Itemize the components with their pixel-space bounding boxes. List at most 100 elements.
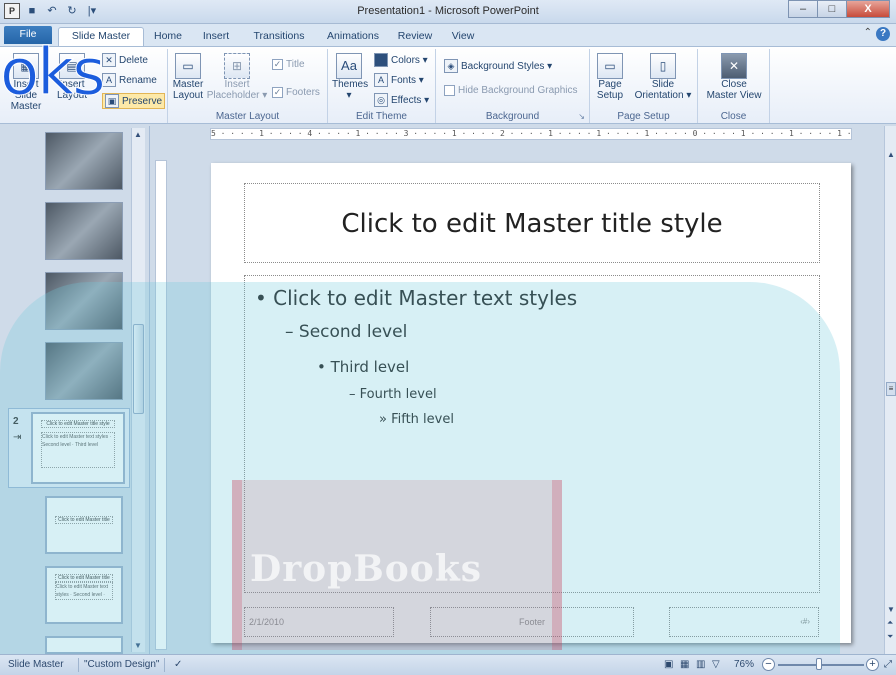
text-level-1: • Click to edit Master text styles [255, 286, 578, 310]
previous-slide-icon[interactable]: ⏶ [887, 618, 893, 628]
tab-transitions[interactable]: Transitions [244, 28, 314, 46]
reading-view-icon[interactable]: ▥ [696, 659, 705, 670]
scroll-up-arrow-icon[interactable]: ▲ [134, 130, 142, 139]
status-theme-name: "Custom Design" [84, 659, 160, 670]
text-level-4: – Fourth level [349, 387, 437, 402]
tab-review[interactable]: Review [392, 28, 438, 46]
spell-check-icon[interactable]: ✓ [174, 659, 182, 670]
colors-icon [374, 53, 388, 67]
text-level-3: • Third level [317, 358, 410, 376]
rename-button[interactable]: A Rename [102, 73, 157, 87]
mini-title-text: Click to edit Master title style [41, 420, 115, 428]
delete-button[interactable]: ✕ Delete [102, 53, 148, 67]
vertical-ruler [155, 160, 167, 650]
fit-slide-icon[interactable]: ⤢ [884, 659, 892, 670]
mini-title-text: Click to edit Master title style [55, 574, 113, 582]
minimize-button[interactable]: – [788, 0, 818, 18]
scrollbar-thumb[interactable] [133, 324, 144, 414]
status-separator [78, 658, 79, 672]
status-separator [164, 658, 165, 672]
zoom-out-button[interactable]: − [762, 658, 775, 671]
tab-insert[interactable]: Insert [194, 28, 238, 46]
thumbnail-selected-master[interactable]: Click to edit Master title style Click t… [31, 412, 125, 484]
slide-show-view-icon[interactable]: ▽ [712, 659, 720, 670]
rename-icon: A [102, 73, 116, 87]
fonts-icon: A [374, 73, 388, 87]
hide-background-graphics-checkbox[interactable]: Hide Background Graphics [444, 85, 578, 96]
background-styles-button[interactable]: ◈ Background Styles ▾ [444, 59, 552, 73]
zoom-slider-knob[interactable] [816, 658, 822, 670]
background-styles-icon: ◈ [444, 59, 458, 73]
slide-master-canvas[interactable]: Click to edit Master title style • Click… [211, 163, 851, 643]
normal-view-icon[interactable]: ▣ [664, 659, 673, 670]
thumbnail-layout[interactable] [45, 272, 123, 330]
tab-home[interactable]: Home [148, 28, 188, 46]
themes-button[interactable]: Aa Themes ▾ [332, 53, 368, 101]
slide-sorter-view-icon[interactable]: ▦ [680, 659, 689, 670]
thumbnail-scrollbar[interactable]: ▲ ▼ [131, 128, 145, 652]
scroll-down-arrow-icon[interactable]: ▼ [134, 641, 142, 650]
thumbnail-layout[interactable]: Click to edit Master title style [45, 496, 123, 554]
zoom-level[interactable]: 76% [734, 659, 754, 670]
mini-body-text: Click to edit Master text styles · Secon… [41, 432, 115, 468]
effects-button[interactable]: ◎ Effects ▾ [374, 93, 429, 107]
slide-number-placeholder[interactable]: ‹#› [669, 607, 819, 637]
help-icon[interactable]: ? [876, 27, 890, 41]
ribbon-tabs: File Slide Master Home Insert Transition… [0, 24, 896, 46]
thumbnail-layout[interactable] [45, 342, 123, 400]
watermark-text-fragment: oks [0, 36, 106, 111]
window-controls: – □ X [788, 0, 890, 18]
background-dialog-launcher-icon[interactable]: ↘ [578, 112, 585, 121]
checkbox-icon [444, 85, 455, 96]
footer-placeholder[interactable]: Footer [430, 607, 634, 637]
scrollbar-thumb[interactable]: ≡ [886, 382, 896, 396]
close-window-button[interactable]: X [846, 0, 890, 18]
scroll-down-arrow-icon[interactable]: ▼ [887, 605, 895, 614]
group-close: ✕ Close Master View Close [698, 49, 770, 123]
tab-view[interactable]: View [444, 28, 482, 46]
insert-placeholder-icon: ⊞ [224, 53, 250, 79]
group-page-setup: ▭ Page Setup ▯ Slide Orientation ▾ Page … [590, 49, 698, 123]
thumbnail-layout[interactable]: Click to edit Master title style Click t… [45, 566, 123, 624]
preserve-button[interactable]: ▣ Preserve [102, 93, 166, 109]
page-setup-icon: ▭ [597, 53, 623, 79]
themes-icon: Aa [336, 53, 362, 79]
page-setup-button[interactable]: ▭ Page Setup [592, 53, 628, 101]
checkmark-icon: ✓ [272, 87, 283, 98]
colors-button[interactable]: Colors ▾ [374, 53, 428, 67]
mini-title-text: Click to edit Master title style [55, 516, 113, 524]
close-master-view-button[interactable]: ✕ Close Master View [702, 53, 766, 101]
master-layout-button[interactable]: ▭ Master Layout [170, 53, 206, 101]
slide-number-label: 2 [13, 416, 19, 427]
title-checkbox[interactable]: ✓ Title [272, 59, 305, 70]
group-background: ◈ Background Styles ▾ Hide Background Gra… [436, 49, 590, 123]
title-placeholder[interactable]: Click to edit Master title style [244, 183, 820, 263]
status-view-name: Slide Master [8, 659, 64, 670]
text-level-5: » Fifth level [379, 412, 454, 427]
effects-icon: ◎ [374, 93, 388, 107]
zoom-in-button[interactable]: + [866, 658, 879, 671]
fonts-button[interactable]: A Fonts ▾ [374, 73, 424, 87]
date-placeholder[interactable]: 2/1/2010 [244, 607, 394, 637]
window-title: Presentation1 - Microsoft PowerPoint [357, 5, 539, 17]
master-layout-icon: ▭ [175, 53, 201, 79]
scroll-up-arrow-icon[interactable]: ▲ [887, 150, 895, 159]
thumbnail-slide-master[interactable] [45, 132, 123, 190]
slide-scrollbar[interactable]: ▲ ≡ ▼ ⏶ ⏷ [884, 126, 896, 654]
group-label-close: Close [720, 111, 747, 122]
close-master-view-icon: ✕ [721, 53, 747, 79]
next-slide-icon[interactable]: ⏷ [887, 632, 893, 642]
help-area: ⌃ ? [864, 27, 890, 41]
footers-checkbox[interactable]: ✓ Footers [272, 87, 320, 98]
slide-orientation-button[interactable]: ▯ Slide Orientation ▾ [630, 53, 696, 101]
thumbnail-layout[interactable] [45, 636, 123, 654]
preserve-icon: ▣ [105, 94, 119, 108]
tab-animations[interactable]: Animations [320, 28, 386, 46]
group-label-page-setup: Page Setup [617, 111, 670, 122]
minimize-ribbon-icon[interactable]: ⌃ [864, 27, 872, 41]
body-placeholder[interactable]: • Click to edit Master text styles – Sec… [244, 275, 820, 593]
maximize-button[interactable]: □ [817, 0, 847, 18]
group-edit-theme: Aa Themes ▾ Colors ▾ A Fonts ▾ ◎ Effects ▾… [328, 49, 436, 123]
thumbnail-layout[interactable] [45, 202, 123, 260]
insert-placeholder-button[interactable]: ⊞ Insert Placeholder ▾ [206, 53, 268, 101]
